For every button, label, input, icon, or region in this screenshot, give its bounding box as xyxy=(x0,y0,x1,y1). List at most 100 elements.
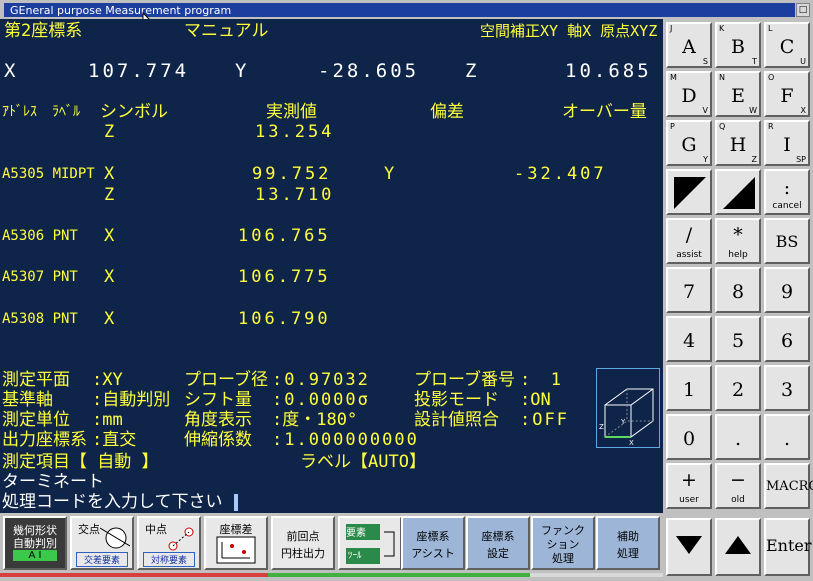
coord-diff-label: 座標差 xyxy=(219,523,253,536)
key-d-alt: M xyxy=(670,73,677,82)
key-arrow-up[interactable] xyxy=(715,518,761,576)
key-2-label: 2 xyxy=(731,379,745,401)
console-line-1: ターミネート xyxy=(2,472,104,492)
key-assist[interactable]: / assist xyxy=(666,218,712,264)
pos-z-label: Z xyxy=(465,60,477,82)
shift-value: :0.0000σ xyxy=(272,390,370,410)
row-3-value: 106.765 xyxy=(238,226,331,246)
key-help[interactable]: * help xyxy=(715,218,761,264)
key-minus-old[interactable]: − old xyxy=(715,463,761,509)
row-3-symbol: X xyxy=(104,226,115,246)
key-plus-user[interactable]: + user xyxy=(666,463,712,509)
view-3d-widget[interactable]: Z X Y xyxy=(596,368,660,448)
key-9-label: 9 xyxy=(780,281,794,303)
cube-icon: Z X Y xyxy=(599,388,654,447)
col-deviation: 偏差 xyxy=(430,102,464,122)
key-f-alt2: X xyxy=(800,106,806,115)
pos-z-value: 10.685 xyxy=(565,60,652,82)
key-e-alt: N xyxy=(719,73,725,82)
arrow-down-icon xyxy=(676,536,702,554)
color-strip-green xyxy=(268,573,530,577)
function-process-button[interactable]: ファンク ション 処理 xyxy=(531,516,595,570)
window-control-button[interactable]: □ xyxy=(796,3,810,17)
keypad: JAS KBT LCU MDV NEW OFX PGY QHZ R I SP : ca… xyxy=(663,19,813,581)
text-cursor xyxy=(234,494,238,511)
element-tool-button[interactable]: 要素 ﾂｰﾙ xyxy=(338,516,402,570)
key-cancel[interactable]: : cancel xyxy=(764,169,810,215)
key-5[interactable]: 5 xyxy=(715,316,761,362)
key-h-alt2: Z xyxy=(751,155,757,164)
key-c[interactable]: LCU xyxy=(764,22,810,68)
key-f-alt: O xyxy=(768,73,775,82)
key-2[interactable]: 2 xyxy=(715,365,761,411)
measure-item-label: 測定項目【 自動 】 xyxy=(2,452,159,472)
coord-setting-line1: 座標系 xyxy=(481,530,515,543)
key-a-label: A xyxy=(682,36,696,58)
key-enter[interactable]: Enter xyxy=(764,518,812,576)
key-0[interactable]: 0 xyxy=(666,414,712,460)
col-symbol: シンボル xyxy=(100,102,168,122)
coord-setting-line2: 設定 xyxy=(487,547,509,560)
midpoint-button[interactable]: 中点 対称要素 xyxy=(137,516,201,570)
key-arrow-down[interactable] xyxy=(666,518,712,576)
key-4-label: 4 xyxy=(682,330,696,352)
element-tool-line2: ﾂｰﾙ xyxy=(348,551,362,561)
key-a-alt: J xyxy=(670,24,673,33)
row-1-value: 99.752 xyxy=(252,164,332,184)
title-bar: GEneral purpose Measurement program □ xyxy=(0,0,813,30)
key-h[interactable]: QHZ xyxy=(715,120,761,166)
key-colon-label: : xyxy=(783,177,791,199)
key-3[interactable]: 3 xyxy=(764,365,810,411)
coord-assist-button[interactable]: 座標系 アシスト xyxy=(401,516,465,570)
coord-diff-button[interactable]: 座標差 xyxy=(204,516,268,570)
key-9[interactable]: 9 xyxy=(764,267,810,313)
key-i[interactable]: R I SP xyxy=(764,120,810,166)
midpoint-label: 中点 xyxy=(145,523,167,536)
key-6[interactable]: 6 xyxy=(764,316,810,362)
key-dot-2[interactable]: . xyxy=(764,414,810,460)
svg-text:X: X xyxy=(629,439,634,447)
geometry-auto-button[interactable]: 幾何形状 自動判別 A I xyxy=(3,516,67,570)
key-1[interactable]: 1 xyxy=(666,365,712,411)
measurement-screen: 第2座標系 マニュアル 空間補正XY 軸X 原点XYZ X 107.774 Y … xyxy=(0,19,663,513)
key-e[interactable]: NEW xyxy=(715,71,761,117)
key-a[interactable]: JAS xyxy=(666,22,712,68)
key-d[interactable]: MDV xyxy=(666,71,712,117)
window-title: GEneral purpose Measurement program xyxy=(10,4,232,17)
key-g[interactable]: PGY xyxy=(666,120,712,166)
angle-value: :度・180° xyxy=(272,410,358,430)
console-line-2[interactable]: 処理コードを入力して下さい xyxy=(2,492,223,512)
design-label: 設計値照合 xyxy=(414,410,499,430)
key-f[interactable]: OFX xyxy=(764,71,810,117)
key-triangle-left[interactable] xyxy=(666,169,712,215)
key-7[interactable]: 7 xyxy=(666,267,712,313)
intersection-button[interactable]: 交点 交差要素 xyxy=(70,516,134,570)
key-dot[interactable]: . xyxy=(715,414,761,460)
key-macro[interactable]: MACRO xyxy=(764,463,813,509)
output-coord-label: 出力座標系 xyxy=(2,430,87,450)
triangle-left-icon xyxy=(674,177,706,209)
key-b[interactable]: KBT xyxy=(715,22,761,68)
triangle-right-icon xyxy=(723,177,755,209)
row-2-value: 13.710 xyxy=(255,185,335,205)
key-slash-label: / xyxy=(685,224,693,246)
key-4[interactable]: 4 xyxy=(666,316,712,362)
probe-no-value: : 1 xyxy=(520,370,561,390)
row-2-symbol: Z xyxy=(104,185,115,205)
coord-setting-button[interactable]: 座標系 設定 xyxy=(466,516,530,570)
key-b-alt2: T xyxy=(752,57,757,66)
function-process-line3: 処理 xyxy=(552,552,574,565)
previous-point-button[interactable]: 前回点 円柱出力 xyxy=(271,516,335,570)
previous-point-line1: 前回点 xyxy=(286,530,320,543)
key-c-alt: L xyxy=(768,24,773,33)
plane-value: :XY xyxy=(92,370,123,390)
row-3-address: A5306 PNT xyxy=(2,228,78,244)
key-backspace[interactable]: BS xyxy=(764,218,810,264)
output-coord-value: :直交 xyxy=(92,430,137,450)
aux-process-line1: 補助 xyxy=(617,530,639,543)
aux-process-button[interactable]: 補助 処理 xyxy=(596,516,660,570)
key-8[interactable]: 8 xyxy=(715,267,761,313)
key-triangle-right[interactable] xyxy=(715,169,761,215)
key-h-alt: Q xyxy=(719,122,726,131)
unit-label: 測定単位 xyxy=(2,410,70,430)
